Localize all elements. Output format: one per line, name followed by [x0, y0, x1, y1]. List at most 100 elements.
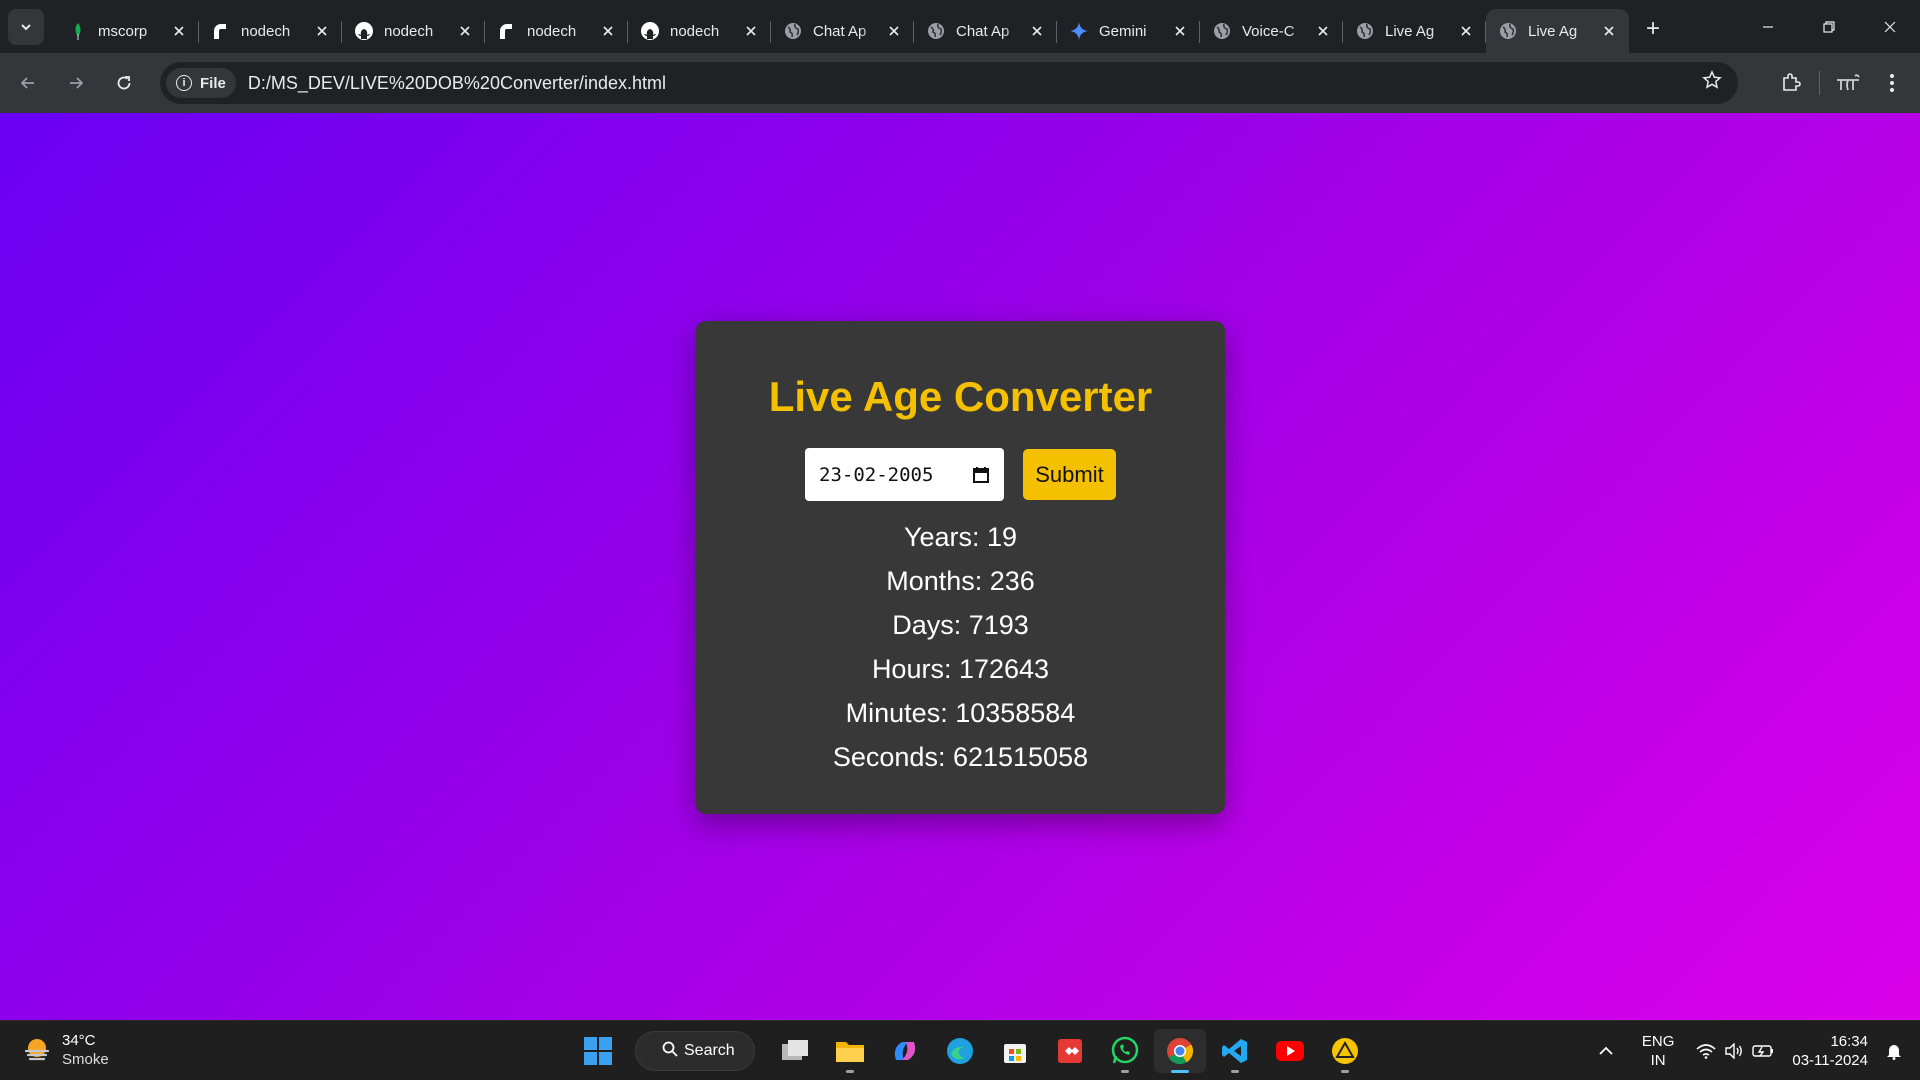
- bookmark-star-icon[interactable]: [1702, 70, 1722, 96]
- tab-title: Voice-C: [1242, 22, 1295, 40]
- close-tab-icon[interactable]: [1313, 21, 1333, 41]
- close-tab-icon[interactable]: [884, 21, 904, 41]
- menu-button[interactable]: [1870, 61, 1914, 105]
- globe-icon: [1212, 21, 1232, 41]
- warning-app[interactable]: [1319, 1029, 1371, 1073]
- anydesk-app[interactable]: [1044, 1029, 1096, 1073]
- language-indicator[interactable]: ENG IN: [1642, 1032, 1675, 1070]
- windows-logo-icon: [584, 1037, 612, 1065]
- tab-title: Live Ag: [1385, 22, 1435, 40]
- site-info-chip[interactable]: i File: [166, 68, 236, 98]
- start-button[interactable]: [572, 1029, 624, 1073]
- copilot-app[interactable]: [879, 1029, 931, 1073]
- dob-date-input[interactable]: 23-02-2005: [805, 448, 1004, 501]
- wifi-status[interactable]: [1696, 1043, 1716, 1059]
- volume-status[interactable]: [1724, 1043, 1744, 1059]
- close-tab-icon[interactable]: [169, 21, 189, 41]
- system-clock[interactable]: 16:34 03-11-2024: [1792, 1032, 1868, 1070]
- close-tab-icon[interactable]: [1456, 21, 1476, 41]
- calendar-icon[interactable]: [972, 466, 990, 484]
- tab-title: Live Ag: [1528, 22, 1578, 40]
- github-icon: [354, 21, 374, 41]
- browser-tab[interactable]: Chat Ap: [771, 9, 914, 53]
- close-icon: [1884, 21, 1895, 32]
- running-indicator: [1121, 1070, 1129, 1073]
- close-tab-icon[interactable]: [1170, 21, 1190, 41]
- url-text[interactable]: D:/MS_DEV/LIVE%20DOB%20Converter/index.h…: [248, 73, 666, 94]
- minimize-icon: [1762, 25, 1773, 28]
- reload-button[interactable]: [104, 63, 144, 103]
- youtube-icon: [1276, 1041, 1304, 1061]
- search-label: Search: [684, 1042, 735, 1059]
- browser-tab[interactable]: Gemini: [1057, 9, 1200, 53]
- globe-icon: [1355, 21, 1375, 41]
- running-indicator: [1341, 1070, 1349, 1073]
- close-tab-icon[interactable]: [598, 21, 618, 41]
- browser-tab[interactable]: nodech: [342, 9, 485, 53]
- extensions-button[interactable]: [1769, 61, 1813, 105]
- whatsapp-app[interactable]: [1099, 1029, 1151, 1073]
- close-tab-icon[interactable]: [455, 21, 475, 41]
- minimize-button[interactable]: [1737, 0, 1798, 53]
- browser-tab[interactable]: Voice-C: [1200, 9, 1343, 53]
- file-explorer-app[interactable]: [824, 1029, 876, 1073]
- wifi-icon: [1696, 1044, 1716, 1059]
- forward-button[interactable]: [56, 63, 96, 103]
- browser-tab[interactable]: Chat Ap: [914, 9, 1057, 53]
- search-icon: [662, 1041, 678, 1062]
- new-tab-button[interactable]: +: [1637, 13, 1669, 45]
- converter-card: Live Age Converter 23-02-2005 Submit Yea…: [696, 321, 1225, 814]
- chrome-app[interactable]: [1154, 1029, 1206, 1073]
- microsoft-store-app[interactable]: [989, 1029, 1041, 1073]
- edge-app[interactable]: [934, 1029, 986, 1073]
- restore-icon: [1822, 20, 1835, 33]
- address-bar[interactable]: i File D:/MS_DEV/LIVE%20DOB%20Converter/…: [160, 62, 1738, 104]
- browser-tab[interactable]: Live Ag: [1343, 9, 1486, 53]
- tab-title: Chat Ap: [813, 22, 867, 40]
- weather-widget[interactable]: 34°C Smoke: [22, 1031, 109, 1069]
- system-tray: ENG IN 16:34 03-11-2024: [1598, 1021, 1920, 1080]
- battery-status[interactable]: [1752, 1044, 1774, 1058]
- profile-button[interactable]: [1826, 61, 1870, 105]
- dob-form: 23-02-2005 Submit: [696, 448, 1225, 501]
- notifications-button[interactable]: [1886, 1042, 1902, 1060]
- site-chip-label: File: [200, 74, 226, 92]
- browser-tab[interactable]: Live Ag: [1486, 9, 1629, 53]
- taskbar-apps: Search: [572, 1029, 1374, 1073]
- close-window-button[interactable]: [1859, 0, 1920, 53]
- anydesk-icon: [1058, 1039, 1082, 1063]
- weather-temperature: 34°C: [62, 1032, 96, 1049]
- task-view-button[interactable]: [769, 1029, 821, 1073]
- render-icon: [211, 21, 231, 41]
- render-icon: [497, 21, 517, 41]
- running-indicator: [846, 1070, 854, 1073]
- age-result-line: Years: 19: [903, 522, 1018, 552]
- page-viewport: Live Age Converter 23-02-2005 Submit Yea…: [0, 113, 1920, 1020]
- age-result-line: Minutes: 10358584: [845, 698, 1076, 728]
- toolbar-actions: [1769, 53, 1920, 113]
- restore-button[interactable]: [1798, 0, 1859, 53]
- whatsapp-icon: [1111, 1036, 1139, 1064]
- browser-tab[interactable]: nodech: [628, 9, 771, 53]
- tab-title: mscorp: [98, 22, 148, 40]
- browser-tab[interactable]: nodech: [485, 9, 628, 53]
- vscode-app[interactable]: [1209, 1029, 1261, 1073]
- vscode-icon: [1222, 1039, 1247, 1063]
- youtube-app[interactable]: [1264, 1029, 1316, 1073]
- age-result-line: Months: 236: [886, 566, 1035, 596]
- age-result-line: Days: 7193: [892, 610, 1029, 640]
- taskbar-search[interactable]: Search: [635, 1031, 755, 1071]
- battery-charging-icon: [1752, 1045, 1774, 1057]
- tab-search-button[interactable]: [8, 8, 44, 45]
- close-tab-icon[interactable]: [1599, 21, 1619, 41]
- browser-tab[interactable]: mscorp: [56, 9, 199, 53]
- close-tab-icon[interactable]: [312, 21, 332, 41]
- submit-button[interactable]: Submit: [1023, 449, 1116, 500]
- language-code: ENG: [1641, 1033, 1675, 1050]
- browser-tab[interactable]: nodech: [199, 9, 342, 53]
- age-result-line: Hours: 172643: [871, 654, 1050, 684]
- back-button[interactable]: [8, 63, 48, 103]
- close-tab-icon[interactable]: [1027, 21, 1047, 41]
- close-tab-icon[interactable]: [741, 21, 761, 41]
- show-hidden-icons-button[interactable]: [1598, 1045, 1614, 1057]
